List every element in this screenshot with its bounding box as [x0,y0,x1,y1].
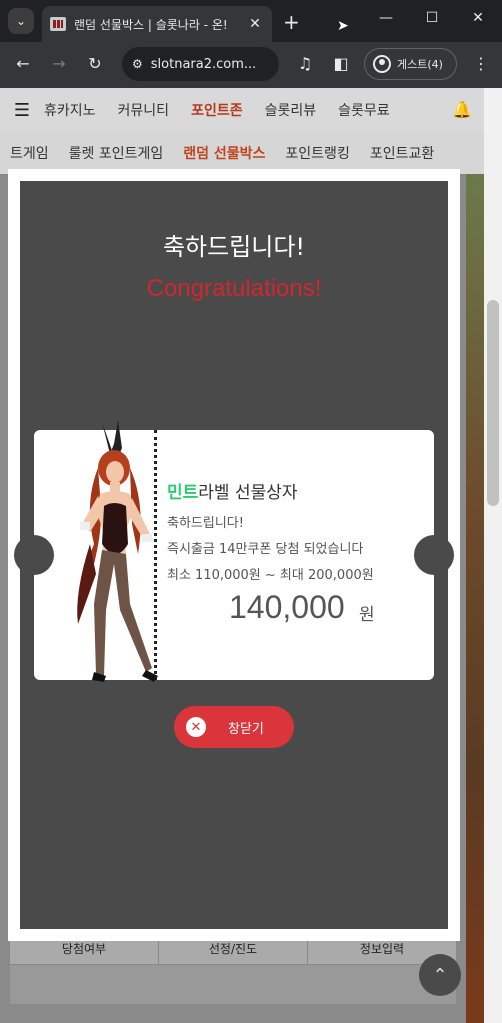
close-icon[interactable]: ✕ [246,16,264,32]
profile-icon [373,55,391,73]
plus-icon[interactable]: + [283,10,300,34]
gift-coupon-card: 민트라벨 선물상자 축하드립니다! 즉시출금 14만쿠폰 당첨 되었습니다 최소… [14,420,454,682]
mouse-cursor-icon: ➤ [337,18,349,34]
forward-icon[interactable]: → [48,54,70,73]
subnav-item-game[interactable]: 트게임 [10,143,49,163]
close-modal-button[interactable]: ✕ 창닫기 [174,706,294,748]
subnav-item-point-exchange[interactable]: 포인트교환 [370,143,434,163]
minimize-icon[interactable]: — [376,10,396,26]
nav-item-slot-free[interactable]: 슬롯무료 [338,100,390,120]
card-prize-text: 즉시출금 14만쿠폰 당첨 되었습니다 [167,542,364,557]
card-range-text: 최소 110,000원 ~ 최대 200,000원 [167,568,374,583]
close-icon: ✕ [186,717,206,737]
tab-title: 랜덤 선물박스 | 슬롯나라 - 온! [74,17,228,32]
sub-nav: 트게임 룰렛 포인트게임 랜덤 선물박스 포인트랭킹 포인트교환 [0,132,484,174]
modal-heading: 축하드립니다! [162,233,306,261]
browser-titlebar: ⌄ 랜덤 선물박스 | 슬롯나라 - 온! ✕ + ➤ — ☐ ✕ [0,0,502,42]
site-favicon-icon [50,17,66,31]
reload-icon[interactable]: ↻ [84,54,106,73]
table-row [10,964,456,1004]
media-icon[interactable]: ♫ [294,54,316,73]
tab-search-icon[interactable]: ⌄ [8,8,34,34]
maximize-icon[interactable]: ☐ [422,10,442,26]
scrollbar-thumb[interactable] [487,300,499,506]
nav-item-slot-review[interactable]: 슬롯리뷰 [265,100,317,120]
coupon-notch [14,535,54,575]
result-modal: 축하드립니다! Congratulations! 민트라벨 선물상자 축하드립니… [8,169,460,941]
back-icon[interactable]: ← [12,54,34,73]
card-congrats-text: 축하드립니다! [167,516,244,531]
browser-toolbar: ← → ↻ ⚙ slotnara2.com... ♫ ◧ 게스트(4) ⋮ [0,42,502,88]
modal-heading-en: Congratulations! [146,275,322,302]
modal-body: 축하드립니다! Congratulations! 민트라벨 선물상자 축하드립니… [14,181,454,929]
subnav-item-point-ranking[interactable]: 포인트랭킹 [285,143,349,163]
gift-label-highlight: 민트 [167,483,199,503]
bunny-girl-illustration [77,420,158,682]
profile-button[interactable]: 게스트(4) [364,48,457,80]
bell-icon[interactable]: 🔔 [452,100,472,119]
background-image [466,174,484,1023]
profile-label: 게스트(4) [397,58,443,71]
gift-label-rest: 라벨 선물상자 [198,483,298,503]
address-bar[interactable]: ⚙ slotnara2.com... [122,47,279,81]
close-modal-label: 창닫기 [228,721,264,737]
nav-item-community[interactable]: 커뮤니티 [118,100,170,120]
site-info-icon[interactable]: ⚙ [132,57,143,71]
scrollbar[interactable] [484,88,502,1023]
browser-tab[interactable]: 랜덤 선물박스 | 슬롯나라 - 온! ✕ [42,6,272,42]
nav-item-pointzone[interactable]: 포인트존 [191,100,243,120]
gift-label-title: 민트라벨 선물상자 [167,478,298,503]
more-icon[interactable]: ⋮ [470,54,492,73]
side-panel-icon[interactable]: ◧ [330,54,352,73]
address-text: slotnara2.com... [150,56,257,72]
close-window-icon[interactable]: ✕ [468,10,488,26]
subnav-item-roulette[interactable]: 룰렛 포인트게임 [69,143,164,163]
scroll-to-top-icon[interactable]: ⌃ [419,954,461,996]
prize-amount: 140,000 [229,589,345,625]
subnav-item-random-giftbox[interactable]: 랜덤 선물박스 [183,143,265,163]
main-nav: ☰ 휴카지노 커뮤니티 포인트존 슬롯리뷰 슬롯무료 🔔 [0,88,484,132]
web-page: ☰ 휴카지노 커뮤니티 포인트존 슬롯리뷰 슬롯무료 🔔 트게임 룰렛 포인트게… [0,88,502,1023]
nav-item-hucasino[interactable]: 휴카지노 [44,100,96,120]
prize-amount-unit: 원 [359,605,375,625]
coupon-notch [414,535,454,575]
hamburger-menu-icon[interactable]: ☰ [0,100,44,121]
